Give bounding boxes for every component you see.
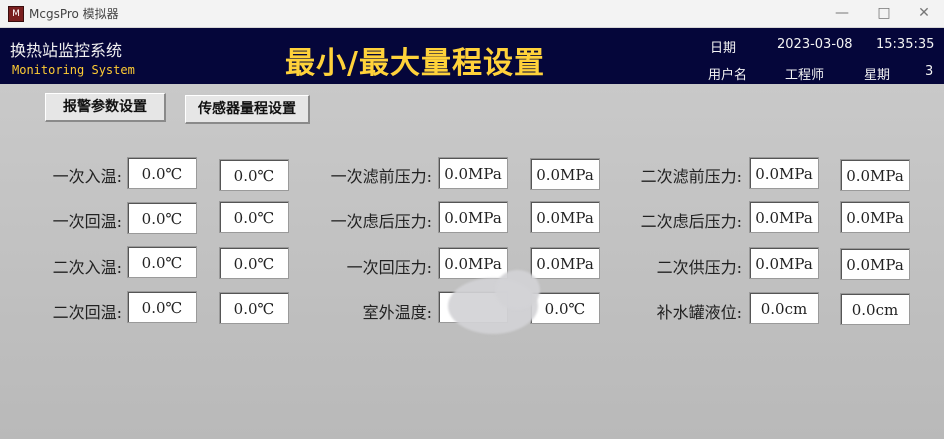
range-label: 一次回温: (52, 212, 122, 231)
user-value: 工程师 (785, 68, 825, 83)
min-range-input[interactable]: 0.0MPa (749, 157, 819, 189)
max-range-input[interactable]: 0.0℃ (219, 159, 289, 191)
min-range-input[interactable]: 0.0℃ (127, 246, 197, 278)
max-range-input[interactable]: 0.0cm (840, 293, 910, 325)
page-title: 最小/最大量程设置 (285, 46, 545, 81)
range-label: 二次回温: (52, 303, 122, 322)
max-range-input[interactable]: 0.0MPa (530, 158, 600, 190)
user-label: 用户名 (708, 68, 748, 83)
min-range-input[interactable]: 0.0℃ (127, 202, 197, 234)
maximize-button[interactable]: □ (864, 3, 904, 23)
min-range-input[interactable]: 0.0MPa (438, 201, 508, 233)
minimize-button[interactable]: — (822, 3, 862, 23)
max-range-input[interactable]: 0.0℃ (219, 292, 289, 324)
min-range-input[interactable]: 0.0MPa (438, 157, 508, 189)
range-label: 一次虑后压力: (330, 212, 432, 231)
system-name-en: Monitoring System (12, 63, 135, 77)
max-range-input[interactable]: 0.0℃ (530, 292, 600, 324)
date-label: 日期 (710, 41, 737, 56)
tab-sensor-range[interactable]: 传感器量程设置 (185, 95, 310, 124)
min-range-input[interactable]: 0.0℃ (127, 291, 197, 323)
range-label: 一次滤前压力: (330, 167, 432, 186)
header-bar: 换热站监控系统 Monitoring System 最小/最大量程设置 日期 2… (0, 28, 944, 84)
min-range-input[interactable]: 0.0MPa (438, 247, 508, 279)
weekday-value: 3 (925, 64, 934, 79)
min-range-input[interactable]: 0.0℃ (127, 157, 197, 189)
tab-alarm-params[interactable]: 报警参数设置 (45, 93, 166, 122)
min-range-input[interactable]: 0.0MPa (749, 201, 819, 233)
min-range-input[interactable]: 0.0MPa (749, 247, 819, 279)
weekday-label: 星期 (864, 68, 891, 83)
app-icon: M (8, 6, 24, 22)
range-label: 二次供压力: (656, 258, 742, 277)
range-label: 二次滤前压力: (640, 167, 742, 186)
system-name: 换热站监控系统 (10, 41, 123, 60)
time-value: 15:35:35 (876, 37, 935, 52)
min-range-input[interactable]: 0.0cm (749, 292, 819, 324)
range-label: 补水罐液位: (656, 303, 742, 322)
range-label: 一次回压力: (346, 258, 432, 277)
range-label: 二次虑后压力: (640, 212, 742, 231)
max-range-input[interactable]: 0.0℃ (219, 201, 289, 233)
max-range-input[interactable]: 0.0MPa (530, 201, 600, 233)
date-value: 2023-03-08 (777, 37, 853, 52)
max-range-input[interactable]: 0.0℃ (219, 247, 289, 279)
window-titlebar: M McgsPro 模拟器 — □ ✕ (0, 0, 944, 28)
range-label: 室外温度: (362, 303, 432, 322)
max-range-input[interactable]: 0.0MPa (840, 248, 910, 280)
max-range-input[interactable]: 0.0MPa (840, 201, 910, 233)
max-range-input[interactable]: 0.0MPa (530, 247, 600, 279)
window-title: McgsPro 模拟器 (29, 7, 119, 21)
blur-mask (495, 270, 540, 310)
close-button[interactable]: ✕ (904, 3, 944, 23)
range-label: 二次入温: (52, 258, 122, 277)
range-label: 一次入温: (52, 167, 122, 186)
max-range-input[interactable]: 0.0MPa (840, 159, 910, 191)
